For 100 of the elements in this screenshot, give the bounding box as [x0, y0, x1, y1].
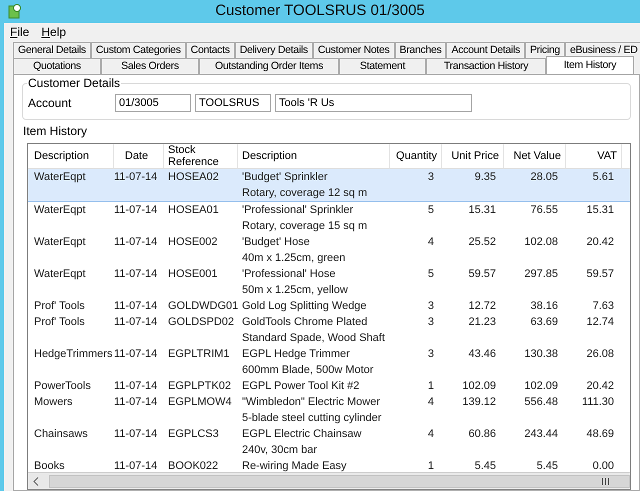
table-cell-text: 'Professional' Hose	[241, 267, 336, 282]
table-cell-text: "Wimbledon" Electric Mower	[241, 395, 382, 410]
table-cell-text: GOLDWDG01	[167, 299, 238, 314]
table-row[interactable]: Books 11-07-14 BOOK022 Re-wiring Made Easy 1 5.45 5.45 0.00	[28, 458, 630, 472]
column-header[interactable]: Net Value	[504, 144, 566, 168]
table-cell-text: Books	[33, 459, 66, 472]
table-cell-text: 21.23	[467, 315, 497, 330]
column-header[interactable]: Date	[114, 144, 164, 168]
table-cell-text: WaterEqpt	[33, 203, 87, 218]
table-cell-text: Gold Log Splitting Wedge	[241, 299, 368, 314]
table-cell-text: 59.57	[467, 267, 497, 282]
text-field[interactable]: TOOLSRUS	[195, 94, 271, 112]
table-cell-text: 11-07-14	[114, 203, 158, 218]
table-row[interactable]: Mowers 11-07-14 EGPLMOW4 "Wimbledon" Electric Mower 4 139.12 556.48 111.30 5-blade steel cutting cylinder	[28, 394, 630, 426]
tab[interactable]: Delivery Details	[234, 42, 313, 58]
table-cell-text: Rotary, coverage 12 sq m	[241, 186, 368, 201]
table-cell-text: 11-07-14	[114, 299, 158, 314]
table-cell-text: EGPLMOW4	[167, 395, 233, 410]
tab[interactable]: Statement	[339, 58, 426, 74]
table-row[interactable]: Prof' Tools 11-07-14 GOLDSPD02 GoldTools Chrome Plated 3 21.23 63.69 12.74 Standard Spade, Wood Shaft	[28, 314, 630, 346]
field-label: Account	[28, 94, 72, 112]
text-field[interactable]: 01/3005	[115, 94, 191, 112]
window-title: Customer TOOLSRUS 01/3005	[215, 1, 425, 22]
table-cell-text: 12.72	[467, 299, 497, 314]
menu-item[interactable]: File	[10, 23, 30, 41]
table-cell-text: 63.69	[529, 315, 559, 330]
group-title: Customer Details	[27, 76, 122, 90]
tab[interactable]: Account Details	[446, 42, 525, 58]
group-title: Item History	[23, 124, 88, 138]
table-cell-text: 11-07-14	[114, 427, 158, 442]
tab[interactable]: Quotations	[13, 58, 101, 74]
table-cell-text: EGPLPTK02	[167, 379, 232, 394]
tab[interactable]: Customer Notes	[312, 42, 395, 58]
table-cell-text: 297.85	[523, 267, 559, 282]
table-cell-text: 12.74	[585, 315, 615, 330]
tab[interactable]: Item History	[546, 56, 634, 74]
menu-item[interactable]: Help	[41, 23, 66, 41]
table-cell-text: 48.69	[585, 427, 615, 442]
table-row[interactable]: Prof' Tools 11-07-14 GOLDWDG01 Gold Log Splitting Wedge 3 12.72 38.16 7.63	[28, 298, 630, 314]
table-cell-text: Standard Spade, Wood Shaft	[241, 331, 385, 346]
tab[interactable]: Contacts	[186, 42, 235, 58]
text-field[interactable]: Tools 'R Us	[275, 94, 472, 112]
table-cell-text: Rotary, coverage 15 sq m	[241, 219, 368, 234]
tab[interactable]: Sales Orders	[101, 58, 199, 74]
tab[interactable]: Outstanding Order Items	[199, 58, 339, 74]
table-cell-text: 76.55	[529, 203, 559, 218]
table-row[interactable]: WaterEqpt 11-07-14 HOSEA01 'Professional' Sprinkler 5 15.31 76.55 15.31 Rotary, coverage 15 sq m	[28, 202, 630, 234]
table-cell-text: 20.42	[585, 235, 615, 250]
column-header[interactable]: Unit Price	[442, 144, 504, 168]
tab[interactable]: Transaction History	[426, 58, 546, 74]
scroll-thumb[interactable]	[49, 474, 630, 488]
column-header[interactable]: Stock Reference	[164, 144, 238, 168]
table-cell-text: 11-07-14	[114, 315, 158, 330]
table-cell-text: 60.86	[467, 427, 497, 442]
table-cell-text: 50m x 1.25cm, yellow	[241, 283, 348, 298]
table-cell-text: 4	[426, 427, 435, 442]
table-cell-text: 600mm Blade, 500w Motor	[241, 363, 374, 378]
table-cell-text: HOSE002	[167, 235, 219, 250]
table-cell-text: GOLDSPD02	[167, 315, 236, 330]
table-cell-text: 556.48	[523, 395, 559, 410]
table-row[interactable]: WaterEqpt 11-07-14 HOSE002 'Budget' Hose 4 25.52 102.08 20.42 40m x 1.25cm, green	[28, 234, 630, 266]
grip-icon	[602, 478, 609, 484]
column-header[interactable]: Description	[238, 144, 390, 168]
column-header[interactable]: Description	[28, 144, 114, 168]
table-cell-text: 28.05	[529, 170, 559, 185]
table-cell-text: 3	[426, 347, 435, 362]
table-cell-text: 3	[426, 315, 435, 330]
table-cell-text: 102.08	[523, 235, 559, 250]
table-cell-text: PowerTools	[33, 379, 92, 394]
tab[interactable]: General Details	[13, 42, 91, 58]
table-cell-text: 11-07-14	[114, 347, 158, 362]
table-cell-text: 5.45	[474, 459, 497, 472]
table-cell-text: Prof' Tools	[33, 299, 86, 314]
table-cell-text: 5	[426, 203, 435, 218]
table-cell-text: HOSEA02	[167, 170, 220, 185]
table-cell-text: 139.12	[461, 395, 497, 410]
tab[interactable]: Branches	[394, 42, 446, 58]
table-cell-text: WaterEqpt	[33, 267, 87, 282]
app-icon	[8, 3, 22, 19]
table-cell-text: 11-07-14	[114, 235, 158, 250]
table-cell-text: 0.00	[592, 459, 615, 472]
table-cell-text: 5-blade steel cutting cylinder	[241, 411, 382, 426]
table-row[interactable]: Chainsaws 11-07-14 EGPLCS3 EGPL Electric Chainsaw 4 60.86 243.44 48.69 240v, 30cm bar	[28, 426, 630, 458]
table-row[interactable]: WaterEqpt 11-07-14 HOSE001 'Professional' Hose 5 59.57 297.85 59.57 50m x 1.25cm, yellow	[28, 266, 630, 298]
tab[interactable]: Pricing	[524, 42, 565, 58]
table-cell-text: 240v, 30cm bar	[241, 443, 318, 458]
table-row[interactable]: HedgeTrimmers11-07-14 EGPLTRIM1 EGPL Hedge Trimmer 3 43.46 130.38 26.08 600mm Blade, 500w Motor	[28, 346, 630, 378]
table-row[interactable]: PowerTools 11-07-14 EGPLPTK02 EGPL Power Tool Kit #2 1 102.09 102.09 20.42	[28, 378, 630, 394]
column-header[interactable]: VAT	[566, 144, 622, 168]
table-cell-text: 4	[426, 235, 435, 250]
column-header[interactable]: Quantity	[390, 144, 442, 168]
table-cell-text: 102.09	[461, 379, 497, 394]
table-cell-text: 7.63	[592, 299, 615, 314]
horizontal-scrollbar[interactable]	[28, 472, 630, 489]
table-cell-text: 1	[426, 379, 435, 394]
table-row[interactable]: WaterEqpt 11-07-14 HOSEA02 'Budget' Sprinkler 3 9.35 28.05 5.61 Rotary, coverage 12 sq m	[28, 169, 630, 202]
tab[interactable]: Custom Categories	[90, 42, 186, 58]
table-cell-text: 40m x 1.25cm, green	[241, 251, 346, 266]
table-cell-text: 243.44	[523, 427, 559, 442]
table-cell-text: EGPLTRIM1	[167, 347, 231, 362]
